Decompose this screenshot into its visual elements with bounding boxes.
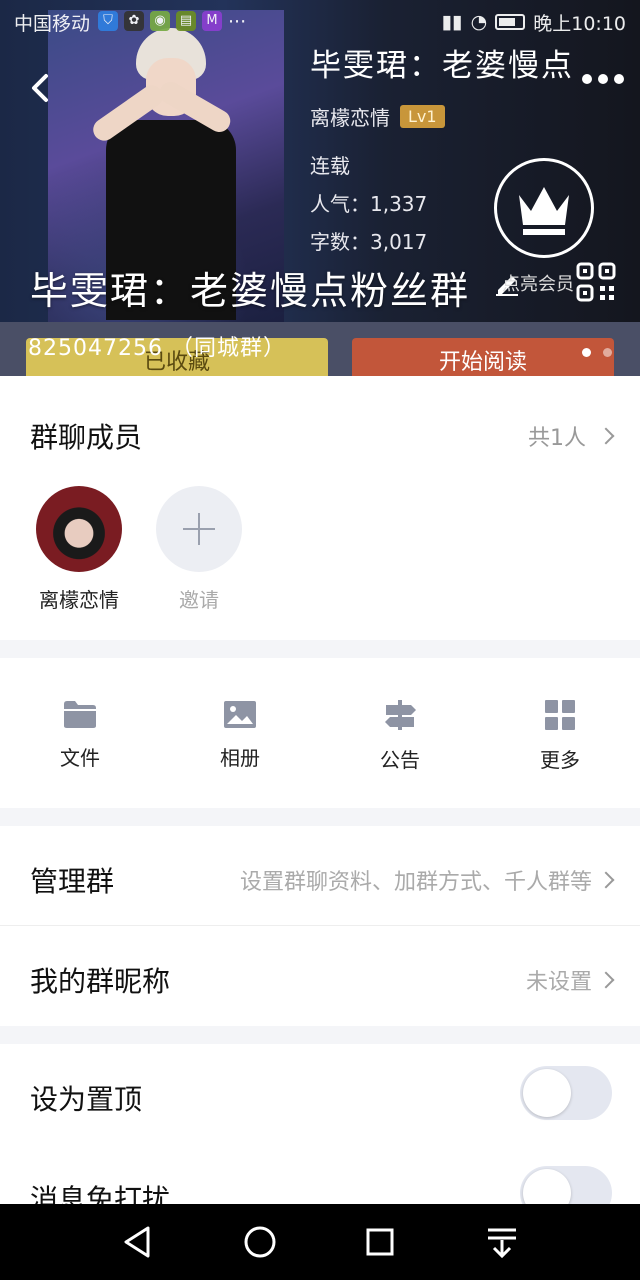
tool-label: 文件 xyxy=(60,746,100,770)
manage-group-row[interactable]: 管理群 设置群聊资料、加群方式、千人群等 xyxy=(0,826,640,926)
author-info[interactable]: 离檬恋情 Lv1 xyxy=(310,102,445,131)
member-name: 离檬恋情 xyxy=(39,588,119,612)
tool-label: 更多 xyxy=(540,748,580,772)
pin-top-row: 设为置顶 xyxy=(0,1044,640,1144)
more-notifications-icon: ··· xyxy=(228,11,247,33)
signal-icon: ▮▮ xyxy=(441,11,463,33)
start-reading-label: 开始阅读 xyxy=(438,350,527,375)
qr-code-icon[interactable] xyxy=(576,262,616,302)
more-dot xyxy=(598,74,608,84)
pin-top-toggle[interactable] xyxy=(520,1066,612,1120)
signpost-icon xyxy=(385,700,416,730)
paw-icon: ✿ xyxy=(124,11,145,31)
invite-label: 邀请 xyxy=(179,588,219,612)
more-options-button[interactable] xyxy=(582,74,624,84)
wifi-icon: ◔ xyxy=(470,11,488,33)
image-icon xyxy=(224,701,256,728)
serial-status: 连载 xyxy=(310,154,350,178)
avatar[interactable] xyxy=(36,486,122,572)
chevron-right-icon xyxy=(597,427,615,445)
nav-back-icon[interactable] xyxy=(118,1222,158,1262)
chevron-right-icon xyxy=(597,871,615,889)
tool-files[interactable]: 文件 xyxy=(0,698,160,771)
grid-icon xyxy=(545,700,575,730)
tool-more[interactable]: 更多 xyxy=(480,698,640,773)
system-nav-bar xyxy=(0,1204,640,1280)
tool-album[interactable]: 相册 xyxy=(160,698,320,771)
book-title[interactable]: 毕雯珺：老婆慢点 xyxy=(310,40,574,85)
invite-button[interactable] xyxy=(156,486,242,572)
do-not-disturb-title: 消息免打扰 xyxy=(30,1183,171,1204)
app-icon: ▤ xyxy=(176,11,197,31)
more-dot xyxy=(582,74,592,84)
members-count-link[interactable]: 共1人 xyxy=(528,420,615,452)
author-level-badge: Lv1 xyxy=(400,105,445,128)
back-arrow-icon xyxy=(32,74,48,102)
vip-hint[interactable]: 点亮会员 xyxy=(502,270,574,296)
crown-icon xyxy=(519,187,569,235)
do-not-disturb-row: 消息免打扰 xyxy=(0,1144,640,1204)
start-reading-button[interactable]: 开始阅读 xyxy=(352,338,614,376)
banner-pager xyxy=(582,348,612,357)
tool-announcement[interactable]: 公告 xyxy=(320,698,480,773)
shield-icon: ⛉ xyxy=(98,11,119,31)
nav-home-icon[interactable] xyxy=(240,1222,280,1262)
nav-recents-icon[interactable] xyxy=(360,1222,400,1262)
pager-dot-active xyxy=(582,348,591,357)
group-nickname-title: 我的群昵称 xyxy=(30,965,171,998)
members-section: 群聊成员 共1人 离檬恋情 邀请 xyxy=(0,376,640,640)
author-name: 离檬恋情 xyxy=(310,106,390,130)
vip-crown-button[interactable] xyxy=(494,158,594,258)
clock: 晚上10:10 xyxy=(533,12,626,35)
back-button[interactable] xyxy=(28,70,56,106)
popularity: 人气：1,337 xyxy=(310,192,428,216)
tool-label: 相册 xyxy=(220,746,260,770)
member-count: 共1人 xyxy=(528,426,586,451)
group-nickname-hint: 未设置 xyxy=(525,964,615,996)
members-title: 群聊成员 xyxy=(30,421,143,454)
pin-top-title: 设为置顶 xyxy=(30,1083,143,1116)
group-nickname-row[interactable]: 我的群昵称 未设置 xyxy=(0,926,640,1026)
battery-icon xyxy=(495,14,526,30)
pager-dot xyxy=(603,348,612,357)
group-nickname-value: 未设置 xyxy=(525,970,592,995)
folder-icon xyxy=(64,701,96,728)
group-tools: 文件 相册 公告 更多 xyxy=(0,658,640,808)
manage-group-hint-text: 设置群聊资料、加群方式、千人群等 xyxy=(239,870,592,895)
manage-group-hint: 设置群聊资料、加群方式、千人群等 xyxy=(239,864,615,896)
more-dot xyxy=(614,74,624,84)
status-bar: 中国移动 ⛉ ✿ ◉ ▤ M ··· ▮▮ ◔ 晚上10:10 xyxy=(0,0,640,44)
tool-label: 公告 xyxy=(380,748,420,772)
group-number: 825047256 （同城群） xyxy=(28,336,286,361)
carrier-name: 中国移动 xyxy=(14,12,91,35)
do-not-disturb-toggle[interactable] xyxy=(520,1166,612,1204)
chevron-right-icon xyxy=(597,971,615,989)
chat-icon: ◉ xyxy=(150,11,171,31)
word-count: 字数：3,017 xyxy=(310,230,428,254)
manage-group-title: 管理群 xyxy=(30,865,115,898)
nav-notification-pull-icon[interactable] xyxy=(482,1222,522,1262)
group-header-banner: 中国移动 ⛉ ✿ ◉ ▤ M ··· ▮▮ ◔ 晚上10:10 毕雯珺：老婆慢点… xyxy=(0,0,640,376)
group-name: 毕雯珺：老婆慢点粉丝群 xyxy=(30,269,471,313)
m-app-icon: M xyxy=(202,11,223,31)
